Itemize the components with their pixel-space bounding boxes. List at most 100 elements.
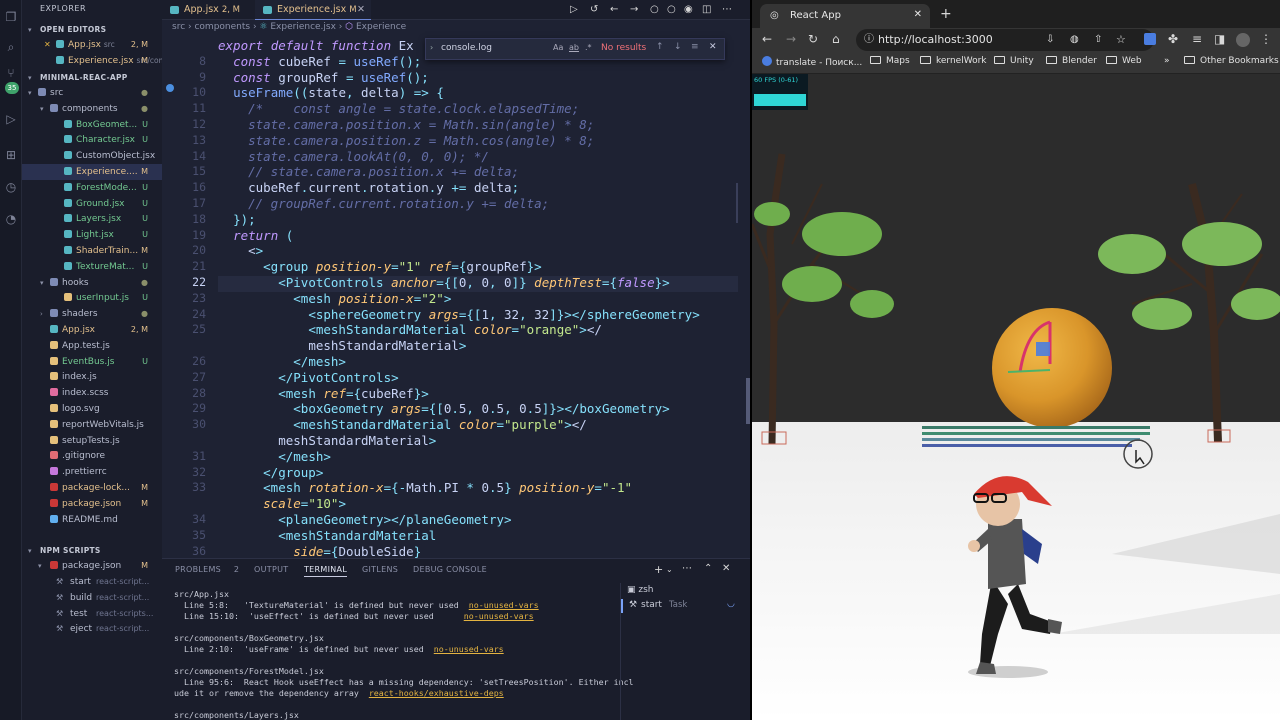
file-item[interactable]: BoxGeomet... U bbox=[22, 117, 162, 133]
file-item[interactable]: .prettierrc bbox=[22, 464, 162, 480]
file-item[interactable]: reportWebVitals.js bbox=[22, 417, 162, 433]
new-terminal-icon[interactable]: + bbox=[654, 563, 663, 577]
close-icon[interactable]: ✕ bbox=[709, 42, 717, 52]
close-icon[interactable]: ✕ bbox=[722, 562, 730, 576]
menu-icon[interactable]: ⋮ bbox=[1260, 32, 1272, 46]
file-item[interactable]: logo.svg bbox=[22, 401, 162, 417]
source-control-icon[interactable]: ⑂ bbox=[4, 66, 18, 80]
npm-scripts-header[interactable]: NPM SCRIPTS bbox=[40, 546, 101, 555]
tab-output[interactable]: OUTPUT bbox=[254, 565, 288, 574]
history-icon[interactable]: ↺ bbox=[590, 3, 598, 17]
file-item[interactable]: Light.jsx U bbox=[22, 227, 162, 243]
star-icon[interactable]: ☆ bbox=[1116, 29, 1126, 51]
extensions-icon[interactable]: ✤ bbox=[1168, 32, 1178, 46]
remote-icon[interactable]: ◷ bbox=[4, 180, 18, 194]
media-icon[interactable]: ≡ bbox=[1192, 32, 1202, 46]
home-icon[interactable]: ⌂ bbox=[832, 32, 840, 46]
close-icon[interactable]: ✕ bbox=[357, 0, 365, 19]
breadcrumb-item[interactable]: src bbox=[172, 22, 185, 32]
tab-terminal[interactable]: TERMINAL bbox=[304, 565, 348, 577]
install-icon[interactable]: ⇩ bbox=[1046, 29, 1054, 51]
bookmark-item[interactable]: translate - Поиск... bbox=[762, 56, 862, 68]
browser-tab[interactable]: ◎ React App ✕ bbox=[760, 4, 930, 28]
chevron-right-icon[interactable]: › bbox=[430, 43, 433, 52]
chevron-up-icon[interactable]: ⌃ bbox=[704, 562, 712, 576]
url-text[interactable]: http://localhost:3000 bbox=[878, 29, 993, 51]
breadcrumb-item[interactable]: Experience bbox=[356, 22, 406, 32]
arrow-down-icon[interactable]: ↓ bbox=[674, 42, 682, 52]
whole-word-toggle[interactable]: ab bbox=[569, 43, 579, 52]
other-bookmarks[interactable]: Other Bookmarks bbox=[1184, 56, 1279, 66]
find-in-selection-icon[interactable]: ≡ bbox=[691, 42, 699, 52]
file-item[interactable]: ShaderTrain... M bbox=[22, 243, 162, 259]
file-item[interactable]: EventBus.js U bbox=[22, 354, 162, 370]
bookmark-item[interactable]: Unity bbox=[994, 56, 1034, 66]
terminal-output[interactable]: src/App.jsx Line 5:8: 'TextureMaterial' … bbox=[174, 589, 634, 720]
close-icon[interactable]: ✕ bbox=[914, 9, 922, 20]
bookmark-item[interactable]: Web bbox=[1106, 56, 1142, 66]
npm-script-item[interactable]: ⚒ test react-scripts... bbox=[22, 606, 162, 622]
file-item[interactable]: Layers.jsx U bbox=[22, 211, 162, 227]
bookmark-item[interactable]: kernelWork bbox=[920, 56, 987, 66]
lens-icon[interactable]: ◍ bbox=[1070, 29, 1079, 51]
go-forward-icon[interactable]: → bbox=[630, 3, 638, 17]
file-item[interactable]: ForestMode... U bbox=[22, 180, 162, 196]
circle-icon[interactable]: ○ bbox=[650, 3, 659, 17]
terminal-item-start[interactable]: ⚒ start Task ◡ bbox=[621, 599, 750, 613]
folder-item[interactable]: ▾ components ● bbox=[22, 101, 162, 117]
npm-script-item[interactable]: ⚒ eject react-script... bbox=[22, 621, 162, 637]
tab-app-jsx[interactable]: App.jsx 2, M bbox=[162, 0, 254, 20]
arrow-up-icon[interactable]: ↑ bbox=[656, 42, 664, 52]
breadcrumb-item[interactable]: Experience.jsx bbox=[270, 22, 336, 32]
account-icon[interactable]: ◔ bbox=[4, 212, 18, 226]
threejs-canvas[interactable]: 60 FPS (0-61) bbox=[752, 74, 1280, 720]
file-item[interactable]: TextureMat... U bbox=[22, 259, 162, 275]
github-icon[interactable]: ◉ bbox=[684, 3, 693, 17]
file-item[interactable]: .gitignore bbox=[22, 448, 162, 464]
more-bookmarks-button[interactable]: » bbox=[1164, 56, 1170, 66]
code-editor[interactable]: export default function Ex 8 const cubeRe… bbox=[162, 38, 750, 558]
file-item[interactable]: Ground.jsx U bbox=[22, 196, 162, 212]
explorer-icon[interactable]: ❐ bbox=[4, 10, 18, 24]
circle-icon[interactable]: ○ bbox=[667, 3, 676, 17]
open-editor-item[interactable]: Experience.jsx src/com... M bbox=[22, 53, 162, 69]
npm-script-item[interactable]: ⚒ start react-script... bbox=[22, 574, 162, 590]
file-item[interactable]: App.test.js bbox=[22, 338, 162, 354]
file-item[interactable]: Character.jsx U bbox=[22, 132, 162, 148]
tab-experience-jsx[interactable]: Experience.jsx M ✕ bbox=[255, 0, 371, 20]
forward-icon[interactable]: → bbox=[786, 32, 796, 46]
npm-script-item[interactable]: ⚒ build react-script... bbox=[22, 590, 162, 606]
find-input[interactable]: console.log bbox=[441, 43, 492, 53]
tab-problems[interactable]: PROBLEMS 2 bbox=[175, 565, 239, 574]
reload-icon[interactable]: ↻ bbox=[808, 32, 818, 46]
file-item[interactable]: package.json M bbox=[22, 496, 162, 512]
file-item[interactable]: README.md bbox=[22, 512, 162, 528]
folder-item[interactable]: › shaders ● bbox=[22, 306, 162, 322]
share-icon[interactable]: ⇧ bbox=[1094, 29, 1102, 51]
terminal-item-zsh[interactable]: ▣ zsh bbox=[627, 585, 654, 595]
bookmark-item[interactable]: Blender bbox=[1046, 56, 1097, 66]
search-icon[interactable]: ⌕ bbox=[4, 40, 18, 54]
chevron-down-icon[interactable]: ▾ bbox=[28, 547, 32, 555]
run-debug-icon[interactable]: ▷ bbox=[4, 112, 18, 126]
translate-extension-icon[interactable] bbox=[1144, 33, 1156, 45]
bookmark-item[interactable]: Maps bbox=[870, 56, 910, 66]
folder-item[interactable]: ▾ hooks ● bbox=[22, 275, 162, 291]
chevron-down-icon[interactable]: ⌄ bbox=[666, 563, 673, 577]
go-back-icon[interactable]: ← bbox=[610, 3, 618, 17]
more-icon[interactable]: ⋯ bbox=[682, 562, 692, 576]
regex-toggle[interactable]: .* bbox=[585, 43, 592, 52]
open-editor-item[interactable]: ✕ App.jsx src 2, M bbox=[22, 37, 162, 53]
file-item[interactable]: index.js bbox=[22, 369, 162, 385]
tab-gitlens[interactable]: GITLENS bbox=[362, 565, 398, 574]
file-item[interactable]: CustomObject.jsx bbox=[22, 148, 162, 164]
side-panel-icon[interactable]: ◨ bbox=[1214, 32, 1225, 46]
run-icon[interactable]: ▷ bbox=[570, 3, 578, 17]
file-item[interactable]: setupTests.js bbox=[22, 433, 162, 449]
file-item[interactable]: App.jsx 2, M bbox=[22, 322, 162, 338]
file-item[interactable]: package-lock... M bbox=[22, 480, 162, 496]
breadcrumb-item[interactable]: components bbox=[194, 22, 250, 32]
file-item[interactable]: Experience.... M bbox=[22, 164, 162, 180]
file-item[interactable]: userInput.js U bbox=[22, 290, 162, 306]
new-tab-icon[interactable]: + bbox=[940, 7, 952, 21]
